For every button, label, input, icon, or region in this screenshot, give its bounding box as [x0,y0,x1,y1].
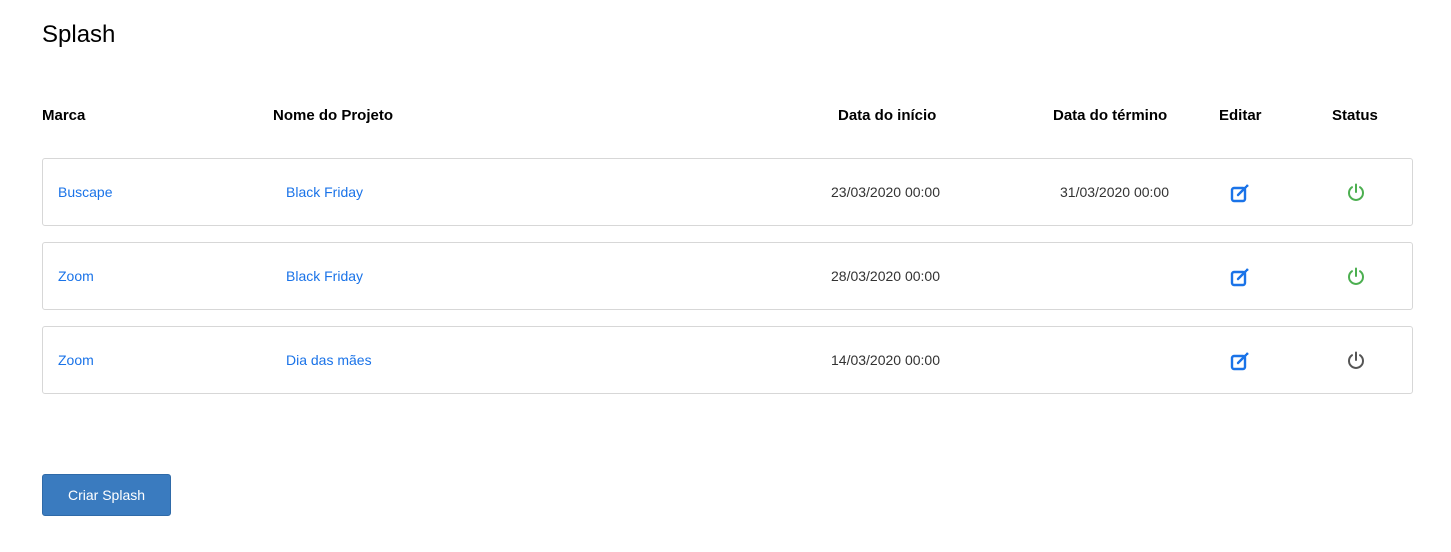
edit-icon[interactable] [1230,267,1250,287]
table-header: Marca Nome do Projeto Data do início Dat… [42,107,1413,127]
table-row: Buscape Black Friday 23/03/2020 00:00 31… [42,158,1413,226]
header-data-termino: Data do término [1053,107,1168,124]
row-data-inicio: 14/03/2020 00:00 [831,352,940,368]
row-nome-projeto-link[interactable]: Black Friday [286,184,363,200]
row-marca-link[interactable]: Zoom [58,268,94,284]
row-nome-projeto-link[interactable]: Black Friday [286,268,363,284]
power-icon[interactable] [1345,182,1367,204]
header-data-inicio: Data do início [838,107,937,124]
power-icon[interactable] [1345,350,1367,372]
header-status: Status [1332,107,1378,124]
criar-splash-button[interactable]: Criar Splash [42,474,171,516]
header-editar: Editar [1219,107,1262,124]
table-row: Zoom Dia das mães 14/03/2020 00:00 [42,326,1413,394]
row-nome-projeto-link[interactable]: Dia das mães [286,352,372,368]
row-marca-link[interactable]: Buscape [58,184,112,200]
header-marca: Marca [42,107,86,124]
row-data-inicio: 28/03/2020 00:00 [831,268,940,284]
row-marca-link[interactable]: Zoom [58,352,94,368]
edit-icon[interactable] [1230,183,1250,203]
row-data-termino: 31/03/2020 00:00 [1060,184,1169,200]
table-row: Zoom Black Friday 28/03/2020 00:00 [42,242,1413,310]
header-nome-projeto: Nome do Projeto [273,107,394,124]
edit-icon[interactable] [1230,351,1250,371]
power-icon[interactable] [1345,266,1367,288]
page-title: Splash [42,21,116,48]
row-data-inicio: 23/03/2020 00:00 [831,184,940,200]
